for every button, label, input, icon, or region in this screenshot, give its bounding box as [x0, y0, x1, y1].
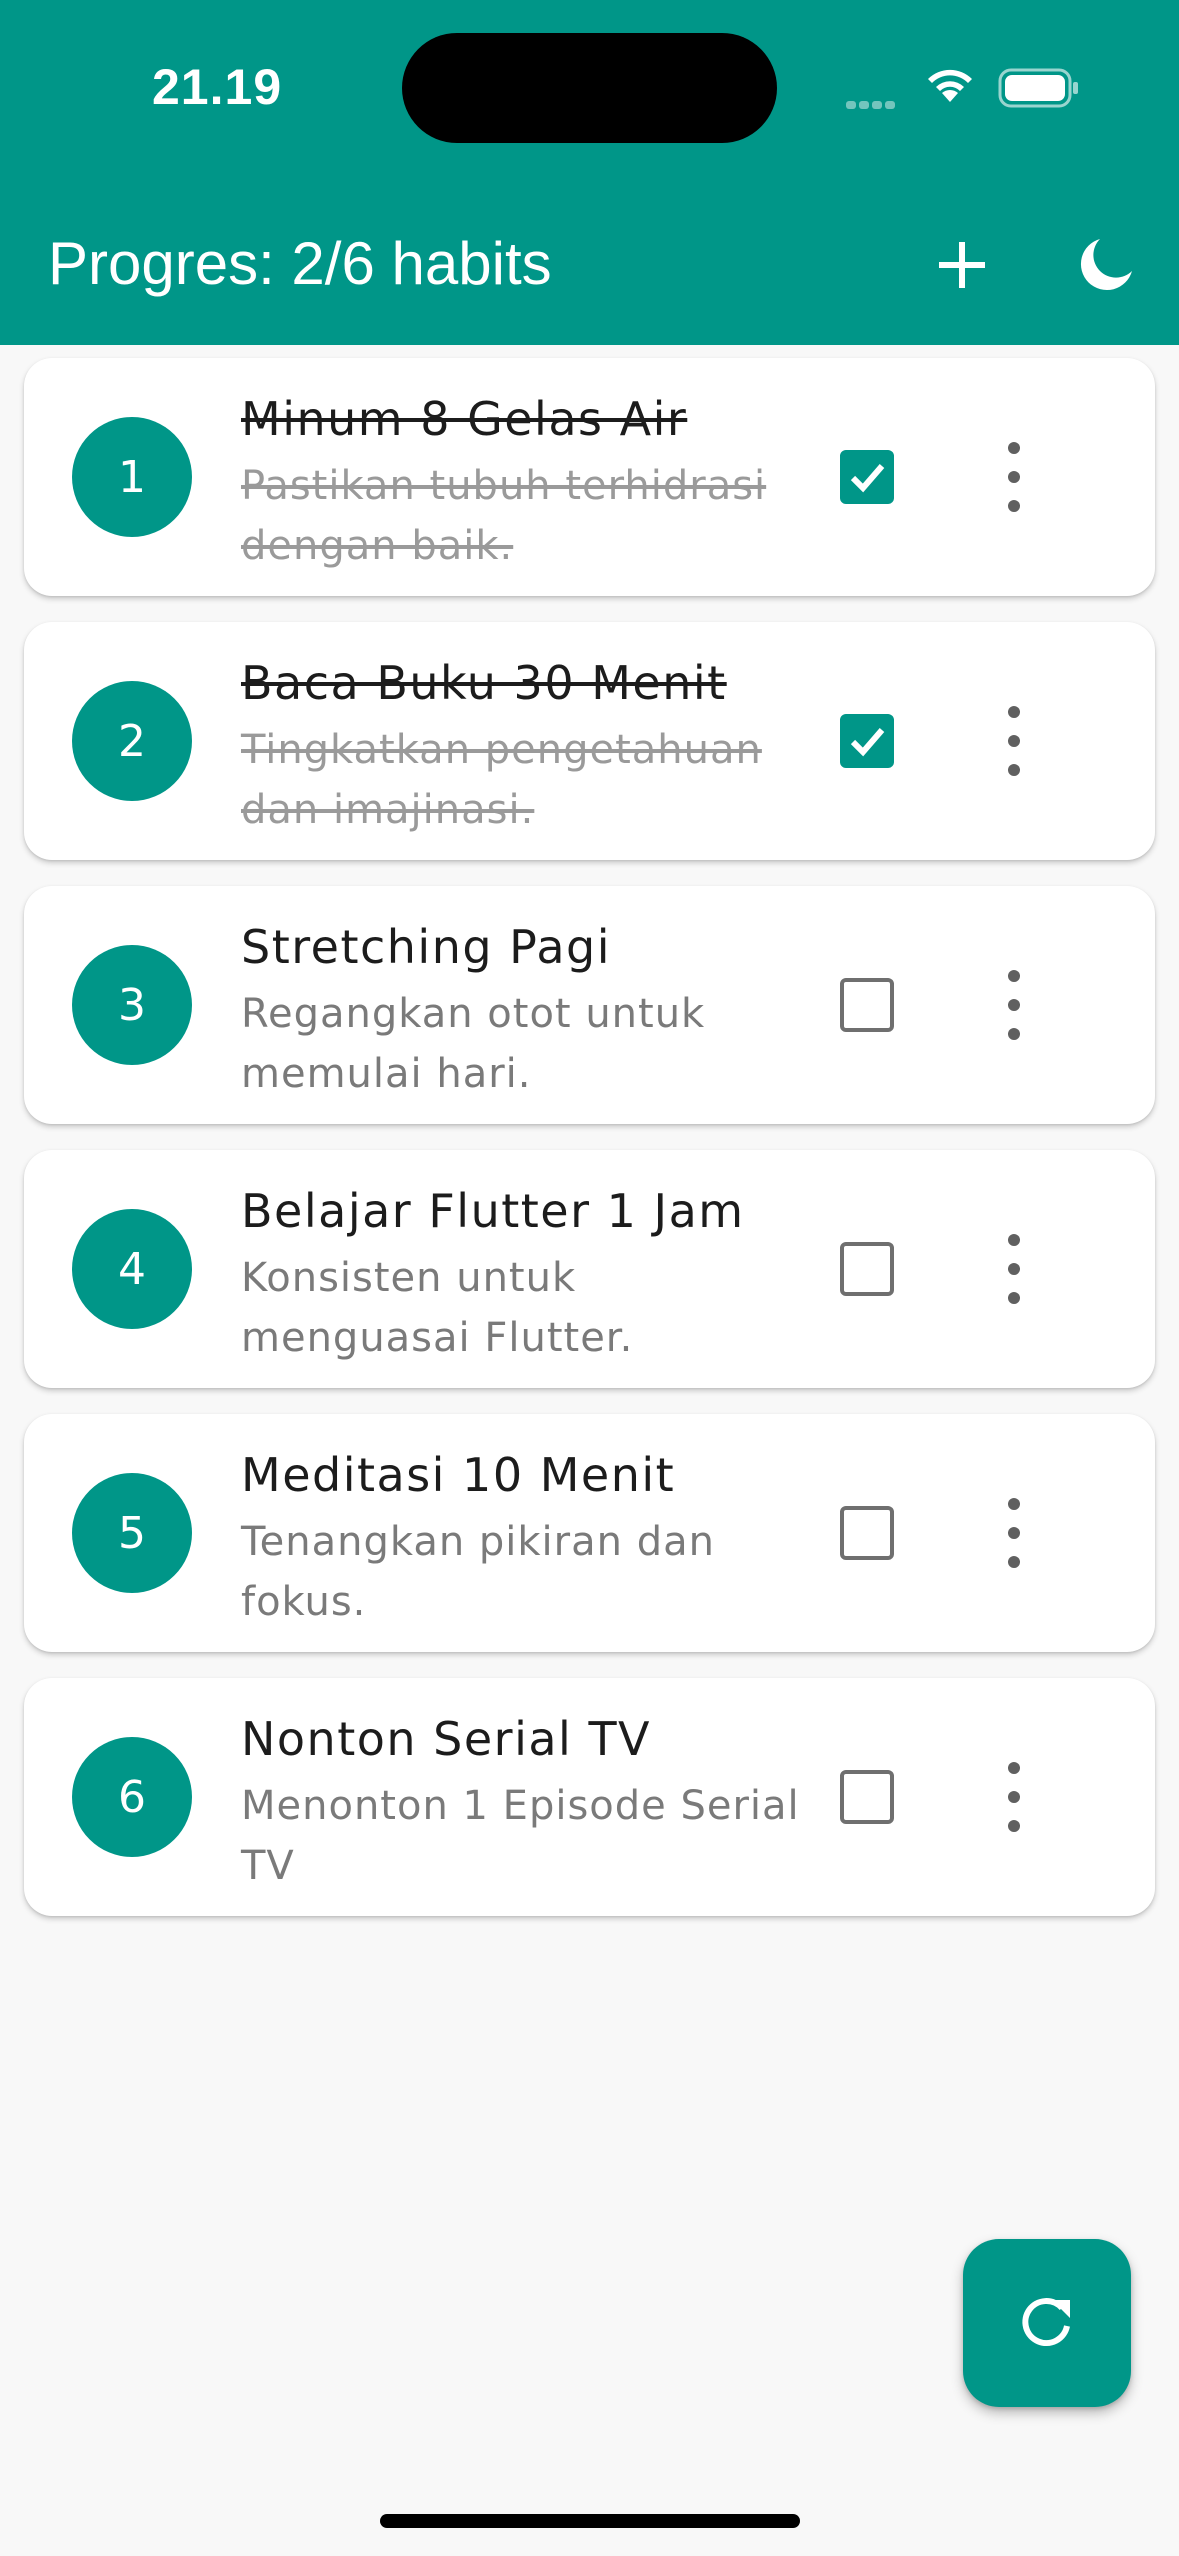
more-options-icon[interactable] — [994, 970, 1034, 1040]
dynamic-island — [402, 33, 777, 143]
habit-title: Baca Buku 30 Menit — [241, 656, 727, 710]
theme-toggle-button[interactable] — [1066, 225, 1146, 305]
habit-title: Nonton Serial TV — [241, 1712, 652, 1766]
status-time: 21.19 — [152, 59, 283, 115]
habit-card[interactable]: 5 Meditasi 10 Menit Tenangkan pikiran da… — [24, 1414, 1155, 1652]
habit-number-avatar: 4 — [72, 1209, 192, 1329]
habit-card[interactable]: 4 Belajar Flutter 1 Jam Konsisten untuk … — [24, 1150, 1155, 1388]
habit-card[interactable]: 3 Stretching Pagi Regangkan otot untuk m… — [24, 886, 1155, 1124]
habit-card[interactable]: 1 Minum 8 Gelas Air Pastikan tubuh terhi… — [24, 358, 1155, 596]
check-icon — [850, 464, 885, 493]
habit-checkbox[interactable] — [840, 1506, 894, 1560]
habit-description: Tenangkan pikiran dan fokus. — [241, 1519, 715, 1625]
habit-description: Tingkatkan pengetahuan dan imajinasi. — [241, 727, 762, 833]
habit-card[interactable]: 6 Nonton Serial TV Menonton 1 Episode Se… — [24, 1678, 1155, 1916]
habit-title: Minum 8 Gelas Air — [241, 392, 688, 446]
habit-checkbox[interactable] — [840, 1770, 894, 1824]
more-options-icon[interactable] — [994, 706, 1034, 776]
plus-icon — [939, 242, 985, 288]
habit-number-avatar: 6 — [72, 1737, 192, 1857]
habit-number-avatar: 3 — [72, 945, 192, 1065]
more-options-icon[interactable] — [994, 1498, 1034, 1568]
habit-checkbox[interactable] — [840, 978, 894, 1032]
cellular-signal-icon — [846, 94, 898, 113]
refresh-icon — [1022, 2298, 1070, 2347]
habit-description: Konsisten untuk menguasai Flutter. — [241, 1255, 634, 1361]
habit-number-avatar: 2 — [72, 681, 192, 801]
habit-checkbox[interactable] — [840, 450, 894, 504]
habit-number-avatar: 1 — [72, 417, 192, 537]
habit-checkbox[interactable] — [840, 714, 894, 768]
more-options-icon[interactable] — [994, 1234, 1034, 1304]
habit-title: Stretching Pagi — [241, 920, 612, 974]
add-habit-button[interactable] — [922, 225, 1002, 305]
habit-title: Meditasi 10 Menit — [241, 1448, 676, 1502]
moon-icon — [1080, 239, 1132, 291]
check-icon — [850, 728, 885, 757]
habit-title: Belajar Flutter 1 Jam — [241, 1184, 745, 1238]
habit-description: Menonton 1 Episode Serial TV — [241, 1783, 800, 1889]
reset-fab-button[interactable] — [963, 2239, 1131, 2407]
battery-icon — [998, 68, 1080, 112]
wifi-icon — [922, 62, 978, 110]
more-options-icon[interactable] — [994, 442, 1034, 512]
page-title: Progres: 2/6 habits — [48, 230, 552, 297]
habit-description: Regangkan otot untuk memulai hari. — [241, 991, 706, 1097]
habit-number-avatar: 5 — [72, 1473, 192, 1593]
habit-description: Pastikan tubuh terhidrasi dengan baik. — [241, 463, 767, 569]
home-indicator — [380, 2514, 800, 2528]
habit-checkbox[interactable] — [840, 1242, 894, 1296]
more-options-icon[interactable] — [994, 1762, 1034, 1832]
habit-card[interactable]: 2 Baca Buku 30 Menit Tingkatkan pengetah… — [24, 622, 1155, 860]
app-bar: 21.19 Progres: 2/6 habits — [0, 0, 1179, 345]
